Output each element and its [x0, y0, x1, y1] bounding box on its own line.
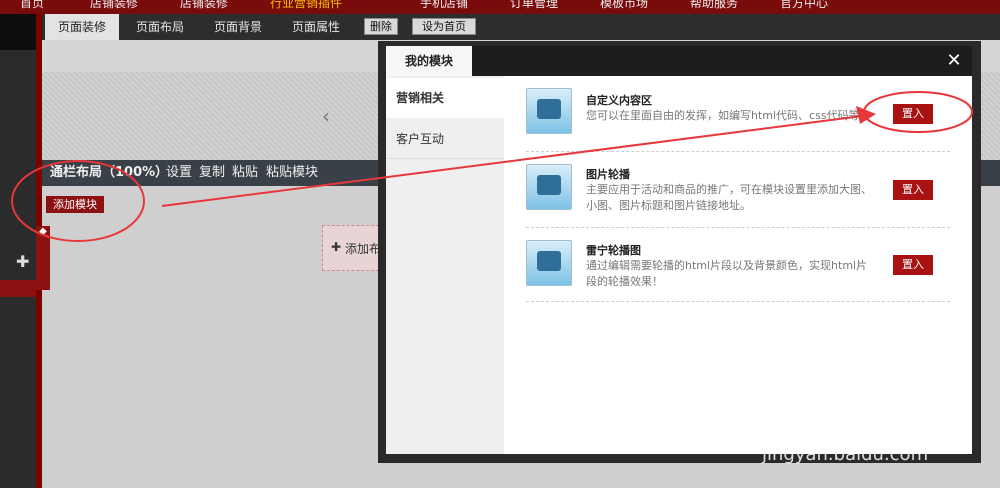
annotation-arrow-line	[161, 115, 863, 207]
annotation-arrowhead	[856, 106, 876, 124]
watermark-logo: Baidu 经验	[772, 406, 965, 446]
watermark-url: jingyan.baidu.com	[762, 444, 929, 465]
watermark: Baidu 经验 jingyan.baidu.com	[752, 380, 982, 480]
annotation-circle-add-module	[11, 160, 145, 242]
annotation-circle-insert	[863, 91, 973, 133]
